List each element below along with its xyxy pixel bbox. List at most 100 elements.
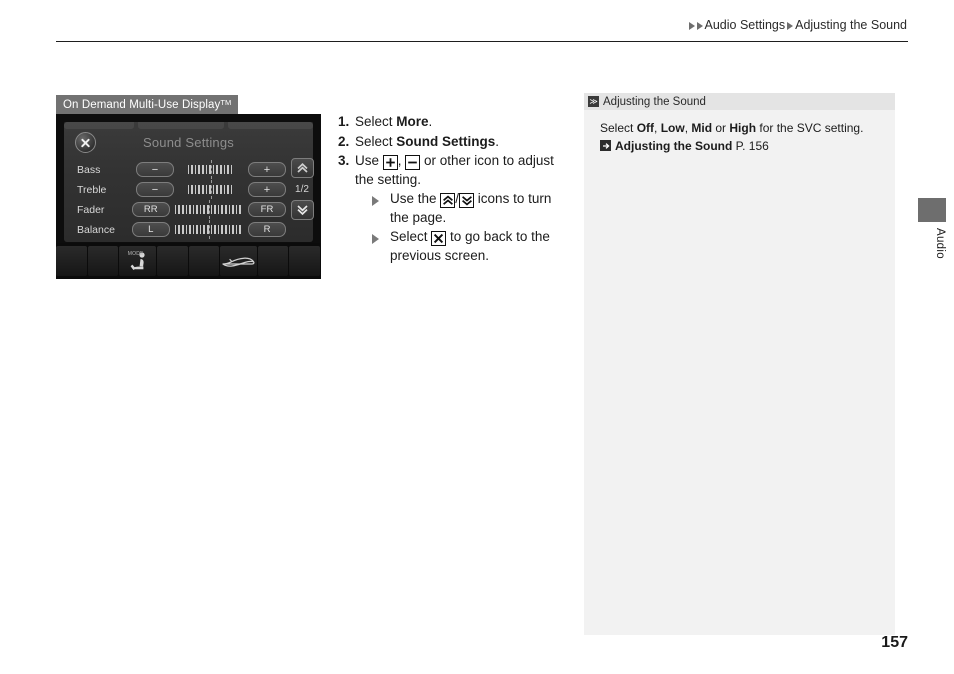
sound-settings-rows: Bass − + Treble − + Fader RR FR Balance … [74,160,286,240]
scale-tick [203,205,206,214]
sub-2-pre: Select [390,229,432,244]
table-row: Fader RR FR [74,200,286,219]
scale-tick [174,225,177,234]
scale-tick [178,225,180,234]
bullet-arrow-icon [372,196,379,206]
scale-tick [205,185,208,194]
breadcrumb: Audio Settings Adjusting the Sound [56,18,908,32]
page-indicator: 1/2 [295,184,309,195]
scale-tick [217,205,220,214]
step-1-post: . [428,114,433,129]
screen-tab-decoration [228,122,313,129]
scale-tick [191,185,193,194]
scale-tick [223,185,226,194]
hardware-button-bar: MODE [56,243,321,279]
row-label-balance: Balance [77,223,115,236]
page-number: 157 [881,634,908,651]
scale-tick [221,205,224,214]
scale-tick [187,185,190,194]
step-2-post: . [495,133,500,149]
info-panel-body: Select Off, Low, Mid or High for the SVC… [584,110,895,155]
breadcrumb-arrow-icon [787,22,794,30]
sub-1-pre: Use the [390,191,441,206]
hardware-key-blank[interactable] [56,246,87,276]
close-x-icon [431,231,447,246]
scale-tick [199,225,202,234]
balance-right-button[interactable]: R [248,222,286,237]
treble-scale[interactable] [179,180,243,199]
scale-tick [174,205,177,214]
scale-tick [194,165,197,174]
info-panel: ≫ Adjusting the Sound Select Off, Low, M… [584,93,895,635]
treble-decrease-button[interactable]: − [136,182,174,197]
hardware-key-blank[interactable] [289,246,320,276]
page-up-icon[interactable] [290,158,314,178]
scale-tick [227,185,229,194]
screen-tab-decoration [138,122,224,129]
instruction-steps: 1. Select More. 2. Select Sound Settings. … [338,113,570,266]
scale-center-marker [208,200,211,219]
bass-decrease-button[interactable]: − [136,162,174,177]
hardware-key-blank[interactable] [188,246,220,276]
bass-increase-button[interactable]: + [248,162,286,177]
fader-scale[interactable] [174,200,243,219]
fader-front-button[interactable]: FR [248,202,286,217]
section-tab-marker [918,198,946,222]
balance-left-button[interactable]: L [131,222,170,237]
scale-tick [202,165,204,174]
seat-mode-icon[interactable]: MODE [119,246,156,276]
page-down-icon[interactable] [290,200,314,220]
section-tab-label: Audio [934,228,946,259]
sep: , [654,121,661,135]
scale-center-marker [208,220,211,239]
scale-tick [196,205,198,214]
row-label-bass: Bass [77,163,101,176]
breadcrumb-item-adjusting-the-sound: Adjusting the Sound [795,18,907,32]
hardware-key-blank[interactable] [87,246,119,276]
scale-tick [219,185,222,194]
table-row: Bass − + [74,160,286,179]
option-high: High [729,121,757,135]
mode-label: MODE [127,251,144,257]
scale-tick [181,205,184,214]
treble-increase-button[interactable]: + [248,182,286,197]
bass-scale[interactable] [179,160,243,179]
step-3-number: 3. [338,153,350,168]
scale-tick [216,185,218,194]
breadcrumb-item-audio-settings: Audio Settings [704,18,786,32]
reference-arrow-icon [600,140,611,151]
scale-tick [232,225,234,234]
scale-tick [216,165,218,174]
step-1: 1. Select More. [338,113,570,132]
scale-tick [212,185,215,194]
hardware-key-blank[interactable] [257,246,289,276]
step-3-sub-2: Select to go back to the previous screen… [372,228,570,265]
scale-tick [196,225,198,234]
reference-title: Adjusting the Sound [615,139,733,153]
breadcrumb-arrow-icon [688,22,695,30]
scale-tick [191,165,193,174]
pager: 1/2 [290,158,314,220]
scale-tick [221,225,224,234]
fader-rear-button[interactable]: RR [131,202,170,217]
option-off: Off [636,121,655,135]
chevron-up-icon [440,193,456,208]
plus-icon [382,155,398,170]
info-panel-header: ≫ Adjusting the Sound [584,93,895,110]
scale-tick [235,205,238,214]
scale-tick [194,185,197,194]
display-screen: Sound Settings Bass − + Treble − + Fader… [64,122,314,242]
hardware-key-blank[interactable] [156,246,188,276]
balance-scale[interactable] [174,220,243,239]
cross-reference[interactable]: Adjusting the Sound P. 156 [600,138,883,155]
scale-tick [198,165,201,174]
bullet-arrow-icon [372,234,379,244]
scale-center-marker [211,160,213,179]
car-icon[interactable] [220,246,257,276]
scale-center-marker [211,180,213,199]
header-divider [56,41,908,42]
step-2-pre: Select [355,133,397,149]
scale-tick [187,165,190,174]
scale-tick [185,225,188,234]
scale-tick [205,165,208,174]
